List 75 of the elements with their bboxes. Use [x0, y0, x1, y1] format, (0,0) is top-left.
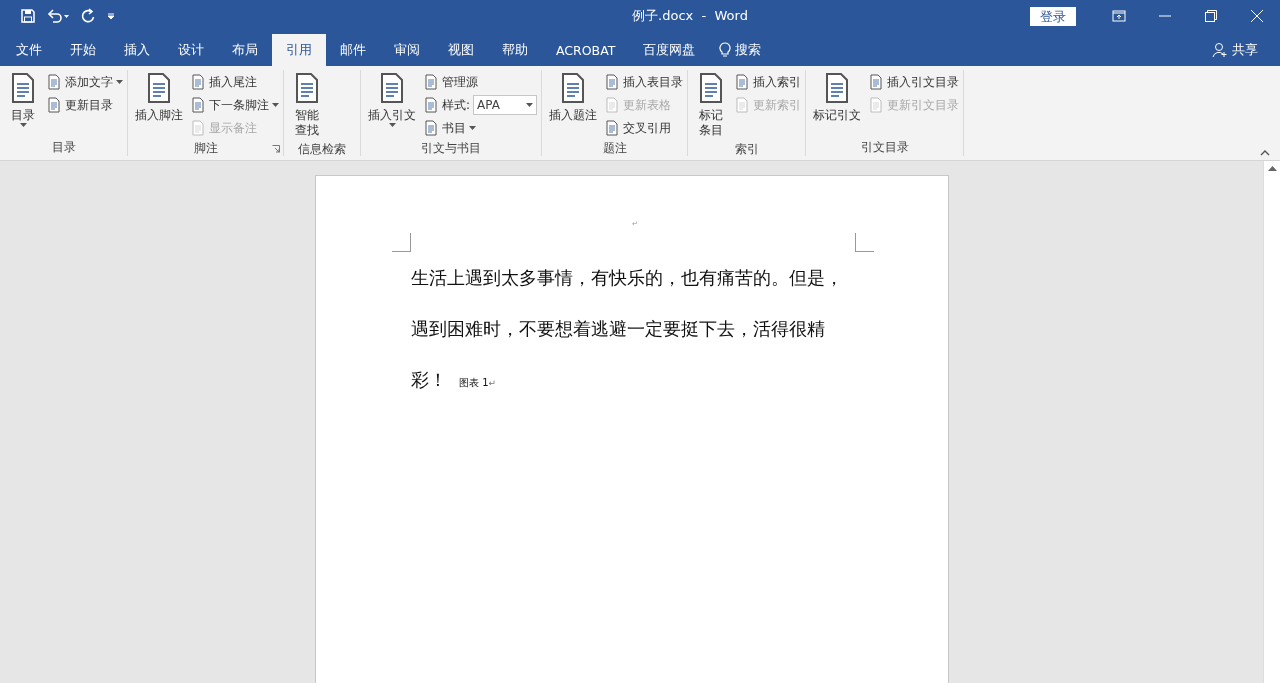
ribbon-button[interactable]: 插入尾注 [190, 71, 279, 93]
document-icon [868, 97, 885, 113]
ribbon-tab[interactable]: 插入 [110, 34, 164, 66]
share-button[interactable]: 共享 [1212, 34, 1258, 66]
ribbon-button[interactable]: 插入索引 [734, 71, 802, 93]
document-icon [734, 74, 751, 90]
ribbon-tab[interactable]: ACROBAT [542, 34, 630, 66]
body-text: 彩！ [411, 368, 447, 392]
document-icon [46, 74, 62, 90]
group-label: 索引 [733, 141, 760, 158]
document-icon [190, 97, 206, 113]
caret-icon [526, 103, 534, 107]
ribbon-tab[interactable]: 开始 [56, 34, 110, 66]
ribbon-button[interactable]: 插入表目录 [604, 71, 684, 93]
ribbon-large-button[interactable]: 标记 条目 [692, 70, 731, 140]
redo-icon[interactable] [80, 8, 96, 24]
ribbon-large-button[interactable]: 目录 [4, 70, 42, 138]
login-button[interactable]: 登录 [1030, 6, 1076, 26]
group-label: 脚注 [192, 140, 219, 157]
ribbon-button[interactable]: 添加文字 [46, 71, 123, 93]
customize-icon[interactable] [106, 11, 116, 21]
search-button[interactable]: 搜索 [709, 34, 776, 66]
group-label: 引文目录 [859, 139, 910, 156]
margin-mark [855, 233, 874, 252]
ribbon-tab[interactable]: 帮助 [488, 34, 542, 66]
ribbon-tab[interactable]: 引用 [272, 34, 326, 66]
ribbon-large-button[interactable]: 插入引文 [365, 70, 419, 139]
window-title: 例子.docx - Word [631, 7, 749, 25]
group-label: 引文与书目 [420, 140, 482, 157]
body-text: 遇到困难时，不要想着逃避一定要挺下去，活得很精 [411, 317, 825, 341]
dialog-launcher-icon[interactable] [272, 145, 280, 153]
ribbon-large-button[interactable]: 插入题注 [546, 70, 601, 139]
document-icon [604, 97, 621, 113]
style-dropdown[interactable]: APA [473, 95, 538, 115]
ribbon-tab[interactable]: 布局 [218, 34, 272, 66]
ribbon-button[interactable]: 插入引文目录 [868, 71, 960, 93]
ribbon-tab[interactable]: 文件 [2, 34, 56, 66]
scrollbar[interactable] [1263, 161, 1280, 683]
ribbon-tab[interactable]: 百度网盘 [629, 34, 710, 66]
margin-mark [392, 233, 411, 252]
document-icon [604, 74, 621, 90]
body-text: 生活上遇到太多事情，有快乐的，也有痛苦的。但是， [411, 266, 843, 290]
document-icon [734, 97, 751, 113]
ribbon-button[interactable]: 下一条脚注 [190, 94, 279, 116]
document-icon [423, 97, 439, 113]
ribbon-tab[interactable]: 审阅 [380, 34, 434, 66]
person-icon [1212, 42, 1228, 58]
group-label: 信息检索 [298, 141, 346, 158]
ribbon-tab[interactable]: 邮件 [326, 34, 380, 66]
document-icon [868, 74, 885, 90]
lightbulb-icon [719, 42, 732, 58]
save-icon[interactable] [20, 8, 36, 24]
ribbon-tab[interactable]: 视图 [434, 34, 488, 66]
document-icon [423, 74, 439, 90]
collapse-icon[interactable] [1260, 150, 1270, 156]
caption-text: 图表 1 [459, 376, 489, 390]
ribbon-large-button[interactable]: 智能 查找 [288, 70, 326, 140]
ribbon-button[interactable]: 更新目录 [46, 94, 123, 116]
document-icon [604, 120, 621, 136]
document-icon [190, 120, 206, 136]
document-icon [46, 97, 62, 113]
ribbon-tab[interactable]: 设计 [164, 34, 218, 66]
ribbon-button[interactable]: 样式: APA [423, 94, 538, 116]
paragraph-mark: ↵ [488, 377, 497, 390]
ribbon-large-button[interactable]: 插入脚注 [132, 70, 186, 139]
group-label: 目录 [50, 139, 77, 156]
scroll-up-icon[interactable] [1267, 165, 1277, 171]
ribbon-button[interactable]: 书目 [423, 117, 538, 139]
group-label: 题注 [601, 140, 628, 157]
document-icon [423, 120, 439, 136]
ribbon-large-button[interactable]: 标记引文 [810, 70, 865, 138]
document-icon [190, 74, 206, 90]
ribbon-button[interactable]: 管理源 [423, 71, 538, 93]
undo-icon[interactable] [46, 8, 70, 24]
ribbon-button[interactable]: 交叉引用 [604, 117, 684, 139]
